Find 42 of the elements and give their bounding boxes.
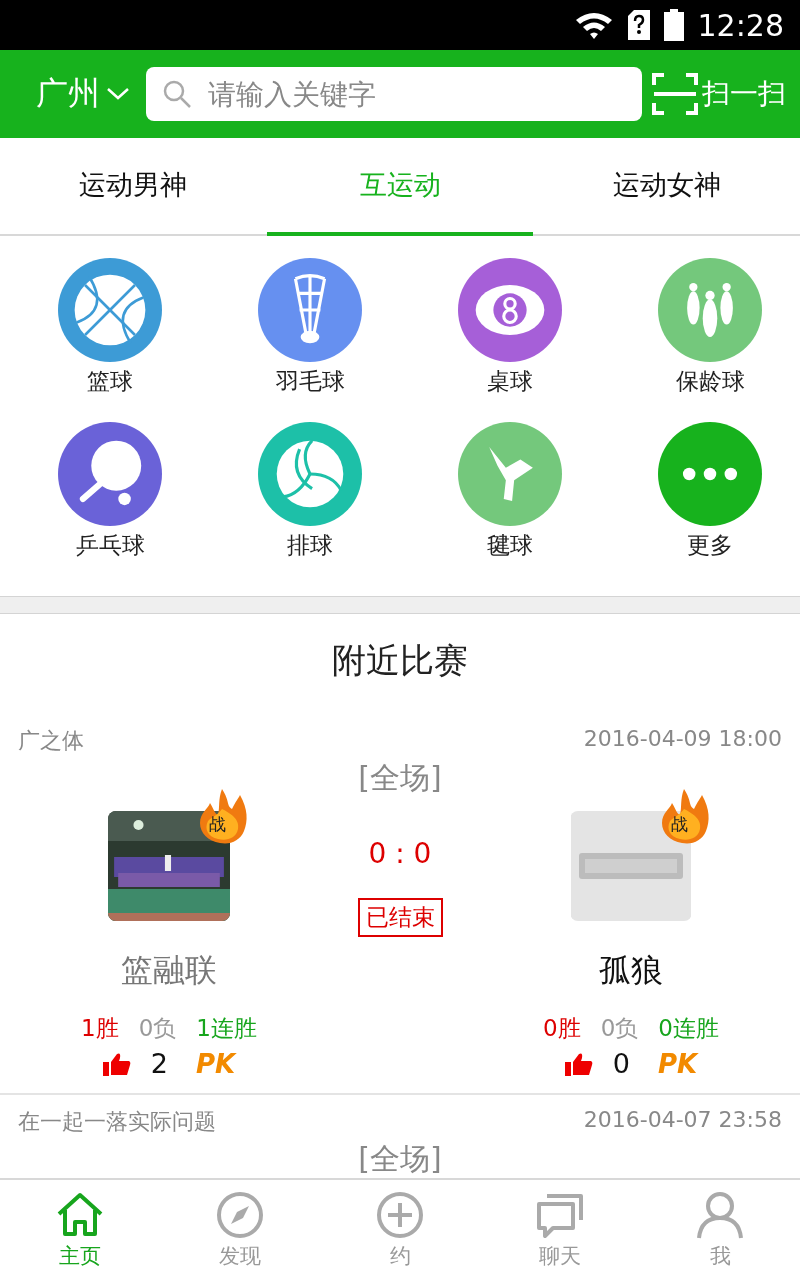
category-item[interactable]: 排球 (200, 422, 400, 570)
badge-text: 战 (209, 813, 226, 836)
match-time: 2016-04-09 18:00 (583, 726, 782, 753)
search-field[interactable]: 请输入关键字 (146, 67, 642, 121)
league-name: 广之体 (18, 727, 84, 755)
losses-count: 0负 (138, 1014, 177, 1043)
tab[interactable]: 运动男神 (0, 138, 267, 236)
like-count: 2 (150, 1048, 168, 1079)
match-period: [全场] (357, 1140, 443, 1178)
league-name: 在一起一落实际问题 (18, 1108, 216, 1136)
sim-icon (627, 10, 650, 40)
category-item[interactable]: 桌球 (400, 258, 600, 406)
thumbs-up-icon[interactable] (564, 1051, 593, 1076)
like-count: 0 (612, 1048, 630, 1079)
plus-icon (374, 1190, 426, 1240)
losses-count: 0负 (600, 1014, 639, 1043)
compass-icon (214, 1190, 266, 1240)
scan-icon (652, 73, 698, 115)
chevron-down-icon (106, 87, 130, 101)
tab[interactable]: 运动女神 (533, 138, 800, 236)
category-item[interactable]: 篮球 (0, 258, 200, 406)
match-status: 已结束 (357, 898, 443, 937)
badge-text: 战 (671, 813, 688, 836)
match-time: 2016-04-07 23:58 (583, 1107, 782, 1134)
thumbs-up-icon[interactable] (102, 1051, 131, 1076)
match-score: 0 : 0 (368, 837, 432, 870)
category-item[interactable]: 毽球 (400, 422, 600, 570)
team-name: 篮融联 (121, 950, 217, 991)
person-icon (694, 1190, 746, 1240)
streak-count: 0连胜 (658, 1014, 719, 1043)
category-item[interactable]: 更多 (600, 422, 800, 570)
streak-count: 1连胜 (196, 1014, 257, 1043)
category-item[interactable]: 羽毛球 (200, 258, 400, 406)
wins-count: 1胜 (81, 1014, 119, 1043)
category-item[interactable]: 保龄球 (600, 258, 800, 406)
team-name: 孤狼 (599, 950, 663, 991)
battery-icon (663, 9, 684, 41)
category-item[interactable]: 乒乓球 (0, 422, 200, 570)
clock: 12:28 (697, 7, 784, 43)
match-period: [全场] (357, 759, 443, 797)
wins-count: 0胜 (543, 1014, 581, 1043)
section-title: 附近比赛 (331, 639, 469, 682)
